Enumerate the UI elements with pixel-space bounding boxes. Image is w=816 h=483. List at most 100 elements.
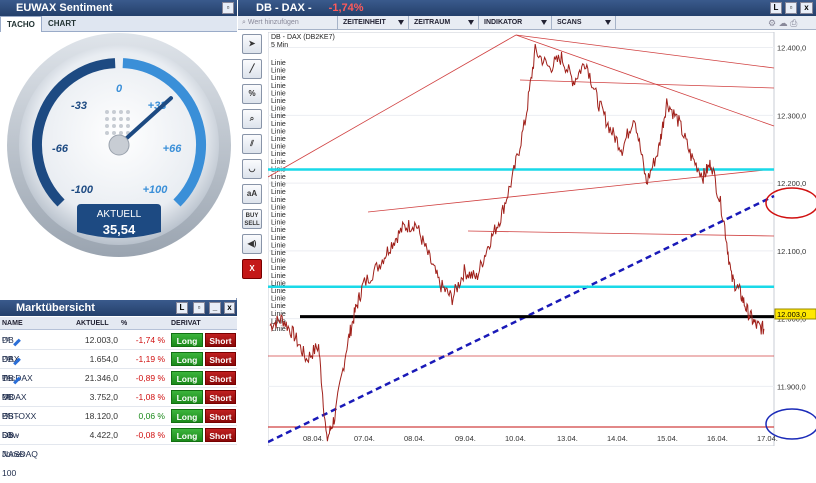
line-label: Linie: [271, 311, 286, 318]
row-value: 3.752,0: [89, 392, 118, 402]
line-label: Linie: [271, 159, 286, 166]
line-label: Linie: [271, 83, 286, 90]
line-label-column: LinieLinieLinieLinieLinieLinieLinieLinie…: [271, 60, 286, 333]
row-name[interactable]: DB - MDAX DB: [2, 369, 27, 402]
row-name[interactable]: DB - DAX DB: [2, 331, 21, 364]
x-tick-label: 14.04.: [607, 434, 628, 443]
add-value-input[interactable]: ⌕ Wert hinzufügen: [238, 16, 338, 30]
line-label: Linie: [271, 303, 286, 310]
x-tick-label: 09.04.: [455, 434, 476, 443]
toolbar-indikator[interactable]: INDIKATOR: [480, 16, 552, 30]
table-row[interactable]: DB - NASDAQ 100 I 4.422,0 -0,08 % Long Short: [0, 426, 237, 478]
gauge-label-plus66: +66: [163, 143, 183, 155]
row-value: 1.654,0: [89, 354, 118, 364]
long-button[interactable]: Long: [171, 352, 203, 366]
line-label: Linie: [271, 128, 286, 135]
cursor-tool[interactable]: ➤: [242, 34, 262, 54]
line-label: Linie: [271, 189, 286, 196]
sentiment-gauge: -33 0 +33 -66 +66 -100 +100 AKTUELL 35,5…: [7, 33, 231, 257]
interval-label: 5 Min: [271, 42, 288, 49]
line-label: Linie: [271, 250, 286, 257]
long-button[interactable]: Long: [171, 409, 203, 423]
x-tick-label: 16.04.: [707, 434, 728, 443]
chart-toolbar: ⌕ Wert hinzufügen ZEITEINHEIT ZEITRAUM I…: [238, 16, 816, 30]
parallel-tool[interactable]: ⫽: [242, 134, 262, 154]
drawing-tools: ➤ ╱ % ⌕ ⫽ ◡ aA BUY SELL ◀) X: [242, 34, 264, 284]
line-label: Linie: [271, 265, 286, 272]
last-price: 12.003,0: [777, 310, 806, 319]
y-tick-label: 12.300,0: [777, 111, 806, 120]
toolbar-indikator-label: INDIKATOR: [484, 19, 523, 26]
row-name-text: DB - NASDAQ 100: [2, 430, 38, 478]
row-value: 12.003,0: [84, 335, 118, 345]
lock-button[interactable]: L: [176, 302, 188, 314]
line-label: Linie: [271, 220, 286, 227]
detach-button[interactable]: ▫: [193, 302, 205, 314]
percent-tool[interactable]: %: [242, 84, 262, 104]
x-tick-label: 08.04.: [303, 434, 324, 443]
short-button[interactable]: Short: [205, 371, 236, 385]
toolbar-zeitraum[interactable]: ZEITRAUM: [410, 16, 479, 30]
long-button[interactable]: Long: [171, 333, 203, 347]
long-button[interactable]: Long: [171, 390, 203, 404]
line-tool[interactable]: ╱: [242, 59, 262, 79]
current-label: AKTUELL: [97, 209, 142, 220]
chevron-down-icon: [468, 20, 474, 25]
chevron-down-icon: [398, 20, 404, 25]
close-button[interactable]: x: [224, 302, 235, 314]
gauge-label-zero: 0: [116, 83, 123, 95]
minimize-button[interactable]: _: [209, 302, 221, 314]
gauge-label-plus100: +100: [143, 184, 169, 196]
market-table-header: NAME AKTUELL % DERIVAT: [0, 317, 237, 330]
row-name[interactable]: DB - NASDAQ 100 I: [2, 426, 38, 478]
row-name[interactable]: DB - TecDAXDB: [2, 350, 33, 383]
row-name[interactable]: DB - ESTOXX 50 DB: [2, 388, 36, 440]
short-button[interactable]: Short: [205, 409, 236, 423]
x-tick-label: 15.04.: [657, 434, 678, 443]
line-label: Linie: [271, 75, 286, 82]
line-label: Linie: [271, 212, 286, 219]
chart-lock-button[interactable]: L: [770, 2, 782, 14]
sentiment-panel: EUWAX Sentiment ▫ TACHO CHART -33 0 +33: [0, 0, 237, 298]
sound-tool[interactable]: ◀): [242, 234, 262, 254]
toolbar-icons[interactable]: ⚙ ☁ ⎙: [768, 18, 797, 29]
row-name[interactable]: DB - Dow Jones DB: [2, 407, 25, 459]
table-row[interactable]: DB - MDAX DB 21.346,0 -0,89 % Long Short: [0, 369, 237, 402]
chart-title-bar: DB - DAX - -1,74%: [238, 0, 816, 16]
chevron-down-icon: [605, 20, 611, 25]
line-label: Linie: [271, 151, 286, 158]
add-value-placeholder: Wert hinzufügen: [247, 19, 299, 26]
tab-tacho[interactable]: TACHO: [0, 16, 42, 32]
x-tick-label: 13.04.: [557, 434, 578, 443]
line-label: Linie: [271, 235, 286, 242]
table-row[interactable]: DB - TecDAXDB 1.654,0 -1,19 % LongShort: [0, 350, 237, 383]
tab-chart[interactable]: CHART: [42, 16, 82, 32]
chart-title: DB - DAX -: [256, 2, 312, 14]
chevron-down-icon: [541, 20, 547, 25]
line-label: Linie: [271, 174, 286, 181]
gauge-label-minus100: -100: [71, 184, 94, 196]
short-button[interactable]: Short: [205, 333, 236, 347]
x-tick-label: 10.04.: [505, 434, 526, 443]
chart-detach-button[interactable]: ▫: [785, 2, 797, 14]
line-label: Linie: [271, 273, 286, 280]
table-row[interactable]: DB - Dow Jones DB 18.120,0 0,06 % Long Short: [0, 407, 237, 459]
short-button[interactable]: Short: [205, 428, 236, 442]
long-button[interactable]: Long: [171, 371, 203, 385]
toolbar-scans[interactable]: SCANS: [553, 16, 616, 30]
long-button[interactable]: Long: [171, 428, 203, 442]
text-size-tool[interactable]: aA: [242, 184, 262, 204]
price-chart[interactable]: DB - DAX (DB2KE7) 5 Min LinieLinieLinieL…: [268, 32, 816, 446]
line-label: Linie: [271, 227, 286, 234]
curve-tool[interactable]: ◡: [242, 159, 262, 179]
short-button[interactable]: Short: [205, 390, 236, 404]
table-row[interactable]: DB - DAX DB 12.003,0 -1,74 % Long Short: [0, 331, 237, 364]
short-button[interactable]: Short: [205, 352, 236, 366]
toolbar-zeiteinheit[interactable]: ZEITEINHEIT: [339, 16, 409, 30]
table-row[interactable]: DB - ESTOXX 50 DB 3.752,0 -1,08 % Long Short: [0, 388, 237, 440]
buy-sell-tool[interactable]: BUY SELL: [242, 209, 262, 229]
zoom-tool[interactable]: ⌕: [242, 109, 262, 129]
maximize-button[interactable]: ▫: [222, 2, 234, 14]
chart-close-button[interactable]: x: [800, 2, 813, 14]
delete-tool[interactable]: X: [242, 259, 262, 279]
